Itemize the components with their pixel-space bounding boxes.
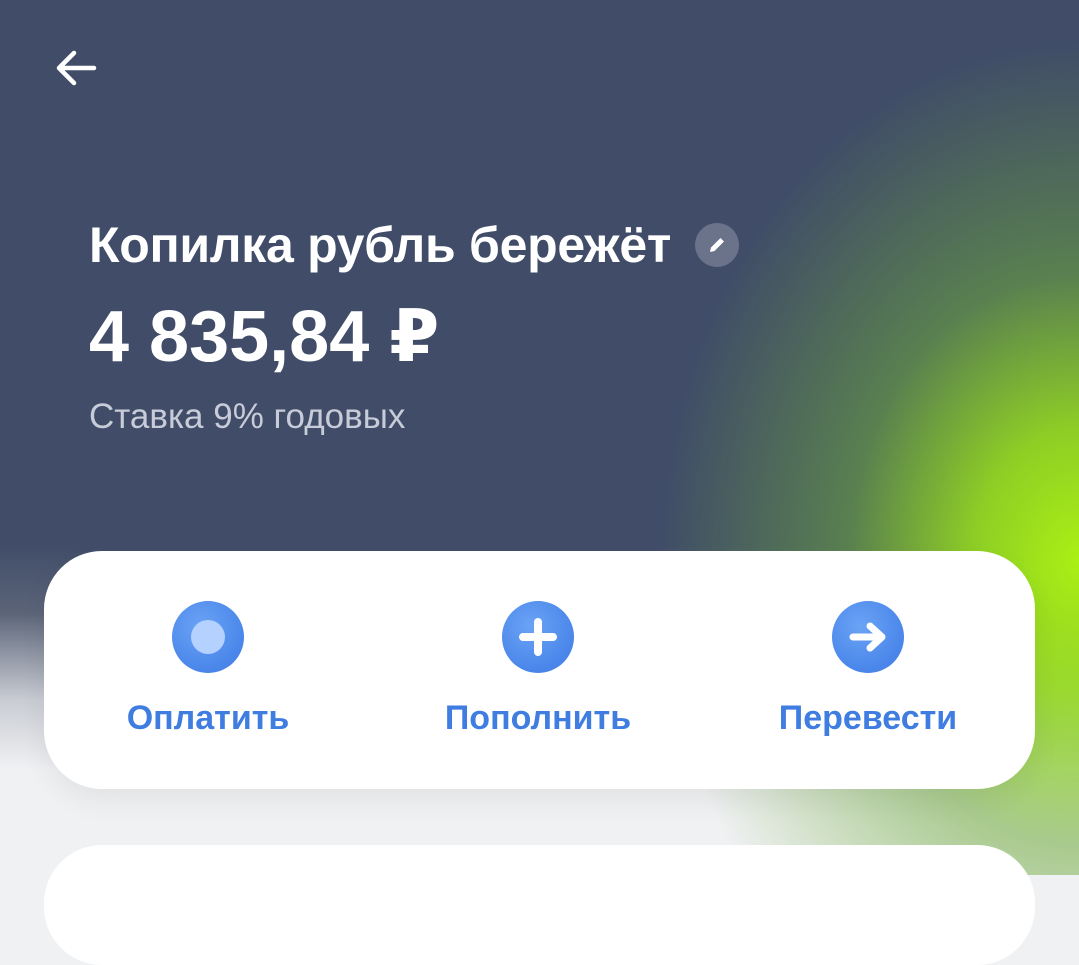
transfer-button[interactable]: Перевести (738, 601, 998, 738)
plus-icon (519, 618, 557, 656)
account-title: Копилка рубль бережёт (89, 217, 672, 273)
top-up-icon-circle (502, 601, 574, 673)
back-button[interactable] (48, 40, 104, 96)
pay-icon-circle (172, 601, 244, 673)
next-section-card (44, 845, 1035, 965)
edit-name-button[interactable] (695, 223, 740, 267)
top-up-button[interactable]: Пополнить (408, 601, 668, 738)
dot-icon (191, 620, 225, 654)
interest-rate: Ставка 9% годовых (89, 397, 406, 436)
arrow-right-icon (849, 622, 886, 652)
account-balance: 4 835,84 ₽ (89, 297, 440, 377)
pencil-icon (710, 238, 725, 252)
pay-label: Оплатить (126, 699, 290, 737)
arrow-left-icon (56, 50, 97, 86)
transfer-label: Перевести (778, 699, 958, 737)
actions-card: Оплатить Пополнить Перевести (44, 551, 1035, 789)
account-title-row: Копилка рубль бережёт (89, 216, 740, 274)
transfer-icon-circle (832, 601, 904, 673)
pay-button[interactable]: Оплатить (78, 601, 338, 738)
top-up-label: Пополнить (444, 699, 632, 737)
